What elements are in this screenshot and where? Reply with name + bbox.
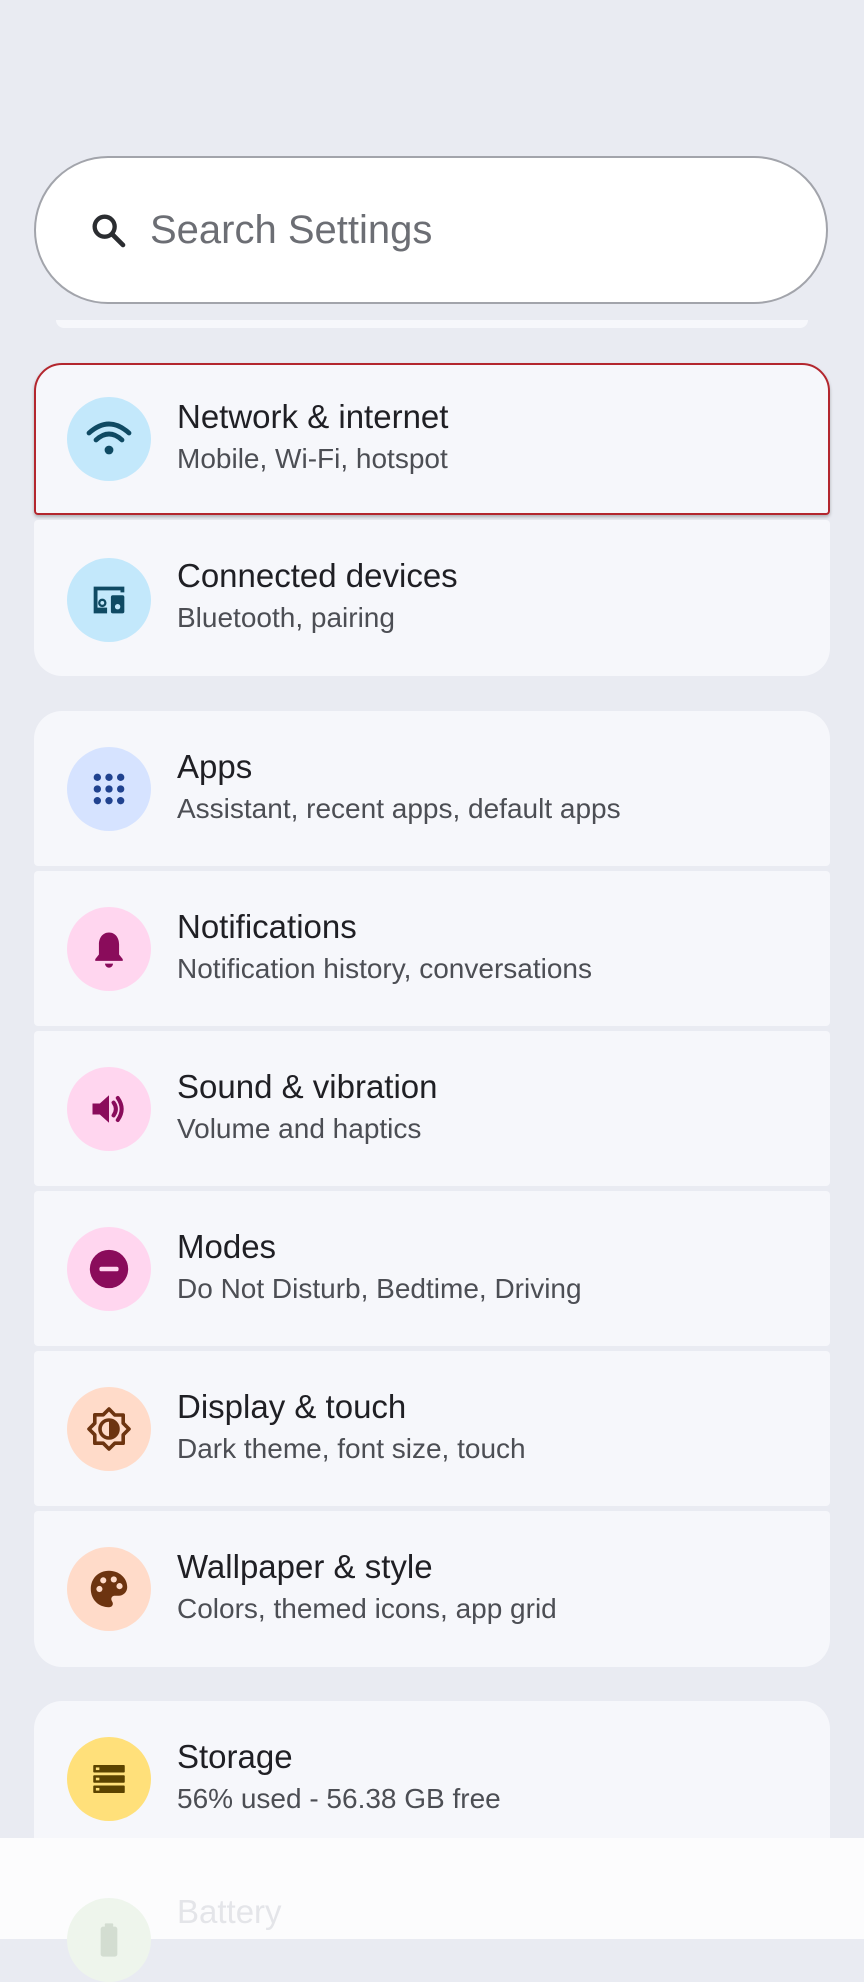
item-title: Sound & vibration: [177, 1068, 438, 1105]
item-subtitle: Do Not Disturb, Bedtime, Driving: [177, 1273, 582, 1304]
settings-item-modes[interactable]: Modes Do Not Disturb, Bedtime, Driving: [34, 1191, 830, 1346]
item-subtitle: Assistant, recent apps, default apps: [177, 793, 621, 824]
item-subtitle: Mobile, Wi-Fi, hotspot: [177, 443, 448, 474]
item-subtitle: Colors, themed icons, app grid: [177, 1593, 557, 1624]
settings-item-battery[interactable]: Battery: [34, 1870, 830, 1982]
item-title: Display & touch: [177, 1388, 407, 1425]
search-icon: [88, 210, 128, 250]
settings-item-sound[interactable]: Sound & vibration Volume and haptics: [34, 1031, 830, 1186]
brightness-icon: [67, 1387, 151, 1471]
speaker-icon: [67, 1067, 151, 1151]
item-subtitle: Volume and haptics: [177, 1113, 422, 1144]
wifi-icon: [67, 397, 151, 481]
palette-icon: [67, 1547, 151, 1631]
item-title: Network & internet: [177, 398, 449, 435]
settings-item-display[interactable]: Display & touch Dark theme, font size, t…: [34, 1351, 830, 1506]
do-not-disturb-icon: [67, 1227, 151, 1311]
search-input[interactable]: Search Settings: [150, 206, 432, 254]
item-title: Battery: [177, 1893, 282, 1930]
item-subtitle: 56% used - 56.38 GB free: [177, 1783, 501, 1814]
item-subtitle: Dark theme, font size, touch: [177, 1433, 526, 1464]
battery-icon: [67, 1898, 151, 1982]
item-subtitle: Notification history, conversations: [177, 953, 592, 984]
item-title: Apps: [177, 748, 253, 785]
storage-icon: [67, 1737, 151, 1821]
apps-grid-icon: [67, 747, 151, 831]
search-divider: [56, 320, 808, 328]
settings-item-notifications[interactable]: Notifications Notification history, conv…: [34, 871, 830, 1026]
settings-item-wallpaper[interactable]: Wallpaper & style Colors, themed icons, …: [34, 1511, 830, 1667]
item-title: Storage: [177, 1738, 293, 1775]
settings-item-connected-devices[interactable]: Connected devices Bluetooth, pairing: [34, 520, 830, 676]
settings-item-network[interactable]: Network & internet Mobile, Wi-Fi, hotspo…: [34, 363, 830, 515]
settings-item-apps[interactable]: Apps Assistant, recent apps, default app…: [34, 711, 830, 866]
connected-devices-icon: [67, 558, 151, 642]
item-subtitle: Bluetooth, pairing: [177, 602, 395, 633]
item-title: Notifications: [177, 908, 357, 945]
item-title: Wallpaper & style: [177, 1548, 433, 1585]
bell-icon: [67, 907, 151, 991]
item-title: Modes: [177, 1228, 277, 1265]
item-title: Connected devices: [177, 557, 458, 594]
